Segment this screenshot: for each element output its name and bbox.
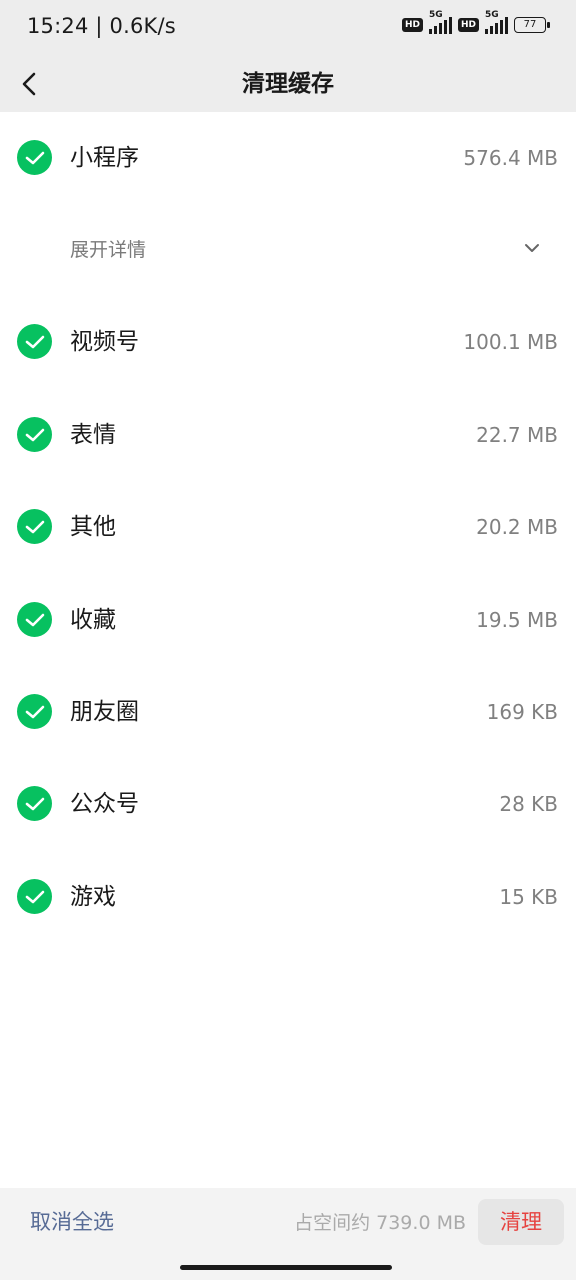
top-bar: 15:24 | 0.6K/s HD 5G HD 5G 77 清理缓存 bbox=[0, 0, 576, 112]
chevron-down-icon bbox=[525, 244, 539, 252]
occupied-space-text: 占空间约 739.0 MB bbox=[294, 1212, 466, 1234]
hd-badge-icon: HD bbox=[401, 18, 423, 32]
cache-item-mini-programs[interactable]: 小程序 576.4 MB bbox=[0, 112, 576, 204]
cache-item-size: 169 KB bbox=[486, 700, 558, 724]
expand-details-label: 展开详情 bbox=[70, 239, 147, 261]
cache-item-size: 15 KB bbox=[499, 885, 558, 909]
cache-item-size: 20.2 MB bbox=[476, 515, 558, 539]
cache-item-games[interactable]: 游戏 15 KB bbox=[0, 851, 576, 943]
cache-item-moments[interactable]: 朋友圈 169 KB bbox=[0, 666, 576, 758]
network-type-label: 5G bbox=[485, 10, 499, 20]
gesture-bar bbox=[0, 1256, 576, 1280]
check-circle-icon[interactable] bbox=[17, 509, 52, 544]
deselect-all-button[interactable]: 取消全选 bbox=[30, 1206, 114, 1238]
signal-icon: 5G bbox=[428, 10, 452, 34]
nav-bar: 清理缓存 bbox=[0, 56, 576, 112]
cache-item-label: 视频号 bbox=[70, 329, 139, 355]
cache-item-label: 其他 bbox=[70, 514, 116, 540]
cache-item-size: 19.5 MB bbox=[476, 608, 558, 632]
battery-icon: 77 bbox=[514, 17, 550, 33]
check-circle-icon[interactable] bbox=[17, 786, 52, 821]
cache-item-size: 22.7 MB bbox=[476, 423, 558, 447]
cache-item-label: 小程序 bbox=[70, 145, 139, 171]
check-circle-icon[interactable] bbox=[17, 879, 52, 914]
cache-item-other[interactable]: 其他 20.2 MB bbox=[0, 481, 576, 573]
cache-item-size: 28 KB bbox=[499, 792, 558, 816]
status-time: 15:24 | 0.6K/s bbox=[27, 14, 176, 38]
status-icons: HD 5G HD 5G 77 bbox=[401, 10, 550, 34]
page-title: 清理缓存 bbox=[242, 71, 334, 97]
expand-details-row[interactable]: 展开详情 bbox=[0, 204, 576, 296]
cache-item-channels[interactable]: 视频号 100.1 MB bbox=[0, 296, 576, 388]
check-circle-icon[interactable] bbox=[17, 694, 52, 729]
cache-item-label: 表情 bbox=[70, 422, 116, 448]
cache-item-size: 100.1 MB bbox=[463, 330, 558, 354]
cache-item-favorites[interactable]: 收藏 19.5 MB bbox=[0, 574, 576, 666]
cache-item-size: 576.4 MB bbox=[463, 146, 558, 170]
cache-item-official-accounts[interactable]: 公众号 28 KB bbox=[0, 758, 576, 850]
check-circle-icon[interactable] bbox=[17, 140, 52, 175]
screen: 15:24 | 0.6K/s HD 5G HD 5G 77 清理缓存 小程序 5… bbox=[0, 0, 576, 1280]
check-circle-icon[interactable] bbox=[17, 417, 52, 452]
hd-badge-icon: HD bbox=[457, 18, 479, 32]
cache-item-stickers[interactable]: 表情 22.7 MB bbox=[0, 389, 576, 481]
bottom-action-bar: 取消全选 占空间约 739.0 MB 清理 bbox=[0, 1188, 576, 1256]
check-circle-icon[interactable] bbox=[17, 602, 52, 637]
cache-item-label: 朋友圈 bbox=[70, 699, 139, 725]
network-type-label: 5G bbox=[428, 10, 443, 20]
cache-item-label: 收藏 bbox=[70, 607, 116, 633]
cache-item-label: 游戏 bbox=[70, 884, 116, 910]
clean-button[interactable]: 清理 bbox=[478, 1199, 564, 1245]
home-indicator[interactable] bbox=[180, 1265, 392, 1270]
status-bar: 15:24 | 0.6K/s HD 5G HD 5G 77 bbox=[0, 0, 576, 56]
cache-item-label: 公众号 bbox=[70, 791, 139, 817]
check-circle-icon[interactable] bbox=[17, 324, 52, 359]
signal-icon: 5G bbox=[485, 10, 508, 34]
